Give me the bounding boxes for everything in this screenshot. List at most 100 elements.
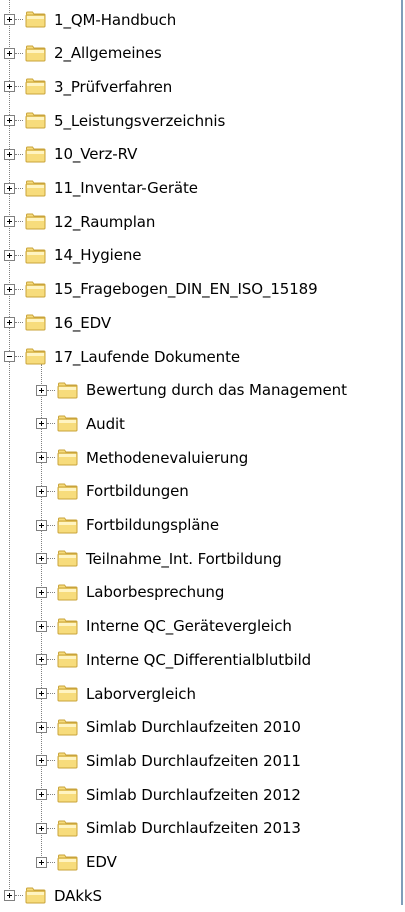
tree-node-16-edv[interactable]: 16_EDV (4, 306, 111, 339)
expand-toggle-icon[interactable] (4, 890, 15, 902)
expand-toggle-icon[interactable] (36, 654, 47, 666)
tree-node-label[interactable]: Bewertung durch das Management (86, 381, 347, 399)
tree-node-label[interactable]: EDV (86, 853, 117, 871)
tree-connector-line (47, 490, 55, 492)
expand-toggle-icon[interactable] (36, 553, 47, 565)
tree-node-label[interactable]: 5_Leistungsverzeichnis (54, 112, 225, 130)
collapse-toggle-icon[interactable] (4, 351, 15, 362)
tree-node-methodenevaluierung[interactable]: Methodenevaluierung (36, 441, 248, 474)
tree-node-interne-qc-geratevergleich[interactable]: Interne QC_Gerätevergleich (36, 610, 292, 643)
tree-node-laborbesprechung[interactable]: Laborbesprechung (36, 576, 224, 609)
expand-toggle-icon[interactable] (4, 216, 15, 228)
tree-node-label[interactable]: Interne QC_Differentialblutbild (86, 651, 311, 669)
tree-node-3-prufverfahren[interactable]: 3_Prüfverfahren (4, 70, 172, 103)
expand-toggle-icon[interactable] (36, 519, 47, 531)
tree-node-label[interactable]: Simlab Durchlaufzeiten 2011 (86, 752, 301, 770)
tree-node-label[interactable]: Methodenevaluierung (86, 449, 248, 467)
expand-toggle-icon[interactable] (36, 856, 47, 868)
expand-toggle-icon[interactable] (36, 620, 47, 632)
tree-node-label[interactable]: Audit (86, 415, 125, 433)
tree-node-label[interactable]: DAkkS (54, 887, 102, 905)
tree-node-label[interactable]: 12_Raumplan (54, 213, 155, 231)
expand-toggle-icon[interactable] (36, 688, 47, 699)
tree-node-label[interactable]: Simlab Durchlaufzeiten 2012 (86, 786, 301, 804)
expand-toggle-icon[interactable] (36, 452, 47, 464)
tree-node-label[interactable]: Teilnahme_Int. Fortbildung (86, 550, 282, 568)
expand-toggle-icon[interactable] (4, 115, 15, 127)
tree-node-bewertung-durch-das-management[interactable]: Bewertung durch das Management (36, 374, 347, 407)
tree-node-fortbildungsplane[interactable]: Fortbildungspläne (36, 509, 219, 542)
tree-node-2-allgemeines[interactable]: 2_Allgemeines (4, 37, 162, 70)
tree-connector-line (47, 726, 55, 728)
expand-toggle-icon[interactable] (36, 485, 47, 497)
expand-toggle-icon[interactable] (4, 14, 15, 25)
tree-node-14-hygiene[interactable]: 14_Hygiene (4, 239, 142, 272)
tree-node-15-fragebogen-din-en-iso-15189[interactable]: 15_Fragebogen_DIN_EN_ISO_15189 (4, 273, 318, 306)
expand-toggle-icon[interactable] (4, 81, 15, 93)
tree-node-10-verz-rv[interactable]: 10_Verz-RV (4, 138, 137, 171)
expand-toggle-icon[interactable] (36, 418, 47, 430)
expand-toggle-icon[interactable] (36, 822, 47, 834)
tree-node-simlab-durchlaufzeiten-2013[interactable]: Simlab Durchlaufzeiten 2013 (36, 812, 301, 845)
tree-node-label[interactable]: 14_Hygiene (54, 246, 142, 264)
tree-node-edv[interactable]: EDV (36, 846, 117, 879)
tree-node-label[interactable]: Laborbesprechung (86, 583, 224, 601)
expand-toggle-icon[interactable] (4, 249, 15, 261)
expand-toggle-icon[interactable] (36, 721, 47, 733)
expand-toggle-icon[interactable] (4, 148, 15, 160)
tree-node-label[interactable]: 16_EDV (54, 314, 111, 332)
tree-node-label[interactable]: 2_Allgemeines (54, 44, 162, 62)
tree-node-label[interactable]: 17_Laufende Dokumente (54, 348, 240, 366)
tree-node-17-laufende-dokumente[interactable]: 17_Laufende Dokumente (4, 340, 240, 373)
folder-icon (25, 247, 46, 264)
folder-icon (57, 382, 78, 399)
tree-node-label[interactable]: 11_Inventar-Geräte (54, 179, 198, 197)
folder-icon (57, 685, 78, 702)
tree-node-label[interactable]: Fortbildungen (86, 482, 189, 500)
tree-node-12-raumplan[interactable]: 12_Raumplan (4, 205, 155, 238)
tree-connector-line (47, 659, 55, 661)
tree-node-simlab-durchlaufzeiten-2012[interactable]: Simlab Durchlaufzeiten 2012 (36, 778, 301, 811)
tree-node-1-qm-handbuch[interactable]: 1_QM-Handbuch (4, 3, 176, 36)
folder-icon (25, 11, 46, 28)
tree-node-label[interactable]: Simlab Durchlaufzeiten 2013 (86, 819, 301, 837)
tree-node-label[interactable]: 3_Prüfverfahren (54, 78, 172, 96)
tree-node-label[interactable]: Simlab Durchlaufzeiten 2010 (86, 718, 301, 736)
tree-node-label[interactable]: Laborvergleich (86, 685, 196, 703)
expand-toggle-icon[interactable] (4, 47, 15, 59)
tree-node-teilnahme-int-fortbildung[interactable]: Teilnahme_Int. Fortbildung (36, 542, 282, 575)
tree-node-simlab-durchlaufzeiten-2010[interactable]: Simlab Durchlaufzeiten 2010 (36, 711, 301, 744)
folder-icon (25, 146, 46, 163)
expand-toggle-icon[interactable] (4, 317, 15, 329)
tree-connector-line (15, 322, 23, 324)
tree-node-label[interactable]: 1_QM-Handbuch (54, 11, 176, 29)
tree-node-audit[interactable]: Audit (36, 407, 125, 440)
expand-toggle-icon[interactable] (36, 586, 47, 598)
tree-node-label[interactable]: 15_Fragebogen_DIN_EN_ISO_15189 (54, 280, 318, 298)
tree-connector-line (15, 153, 23, 155)
tree-node-dakks[interactable]: DAkkS (4, 879, 102, 912)
tree-node-label[interactable]: 10_Verz-RV (54, 145, 137, 163)
tree-connector-line (47, 794, 55, 796)
tree-node-laborvergleich[interactable]: Laborvergleich (36, 677, 196, 710)
tree-node-5-leistungsverzeichnis[interactable]: 5_Leistungsverzeichnis (4, 104, 225, 137)
expand-toggle-icon[interactable] (36, 755, 47, 767)
tree-node-11-inventar-gerate[interactable]: 11_Inventar-Geräte (4, 172, 198, 205)
folder-icon (25, 180, 46, 196)
folder-icon (57, 820, 78, 837)
tree-node-label[interactable]: Fortbildungspläne (86, 516, 219, 534)
expand-toggle-icon[interactable] (36, 789, 47, 801)
tree-node-interne-qc-differentialblutbild[interactable]: Interne QC_Differentialblutbild (36, 643, 311, 676)
tree-node-label[interactable]: Interne QC_Gerätevergleich (86, 617, 292, 635)
expand-toggle-icon[interactable] (4, 182, 15, 194)
expand-toggle-icon[interactable] (36, 384, 47, 396)
tree-node-fortbildungen[interactable]: Fortbildungen (36, 475, 189, 508)
tree-connector-line (15, 221, 23, 223)
folder-icon (25, 112, 46, 129)
folder-icon (57, 854, 78, 870)
tree-connector-line (47, 827, 55, 829)
expand-toggle-icon[interactable] (4, 283, 15, 295)
tree-node-simlab-durchlaufzeiten-2011[interactable]: Simlab Durchlaufzeiten 2011 (36, 744, 301, 777)
folder-icon (25, 348, 46, 365)
folder-tree[interactable]: 1_QM-Handbuch 2_Allgemeines 3_Prüfverfahre… (0, 0, 401, 905)
